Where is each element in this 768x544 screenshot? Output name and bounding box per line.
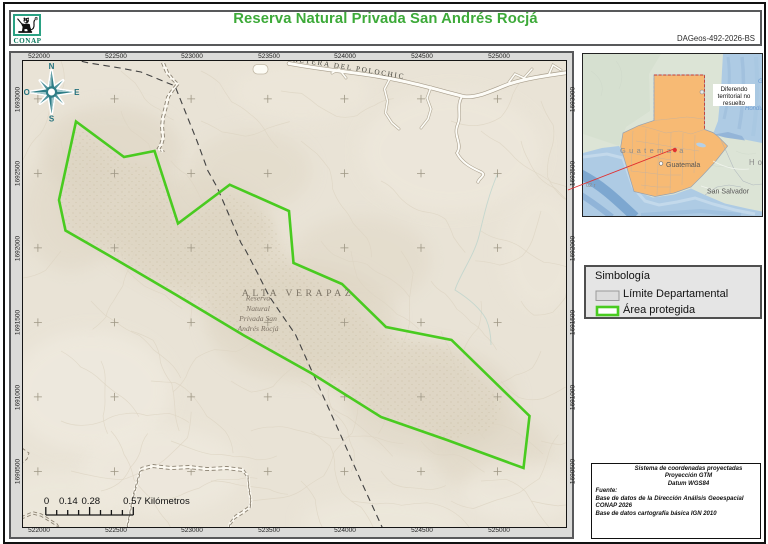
svg-text:02 r: 02 r <box>586 183 596 189</box>
svg-text:Reserva: Reserva <box>245 294 271 303</box>
svg-text:E: E <box>74 88 80 97</box>
svg-text:Guatemala: Guatemala <box>666 162 700 169</box>
svg-text:N: N <box>49 62 55 71</box>
svg-text:Andrés Rocjá: Andrés Rocjá <box>236 324 278 333</box>
svg-text:R: R <box>35 17 37 21</box>
svg-text:0.57: 0.57 <box>123 496 142 507</box>
svg-text:Hondu: Hondu <box>745 106 762 112</box>
svg-text:G: G <box>758 79 762 85</box>
svg-text:territorial no: territorial no <box>718 93 751 100</box>
svg-text:Ho: Ho <box>749 158 762 167</box>
svg-text:S: S <box>49 114 55 123</box>
svg-text:Kilómetros: Kilómetros <box>145 496 191 507</box>
svg-text:0.14: 0.14 <box>59 496 78 507</box>
svg-text:0.28: 0.28 <box>81 496 100 507</box>
svg-text:Diferendo: Diferendo <box>721 86 748 93</box>
svg-text:Privada San: Privada San <box>238 314 277 323</box>
svg-text:Natural: Natural <box>245 304 270 313</box>
svg-text:San Salvador: San Salvador <box>707 189 750 196</box>
svg-text:O: O <box>24 88 30 97</box>
svg-text:0: 0 <box>44 496 49 507</box>
svg-text:resuelto: resuelto <box>723 100 746 107</box>
